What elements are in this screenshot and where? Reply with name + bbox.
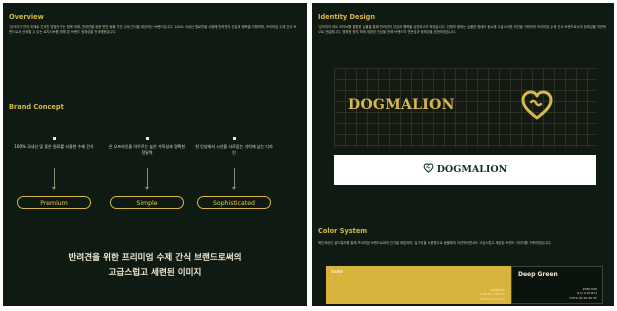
identity-design-title: Identity Design xyxy=(318,13,376,21)
tagline-line-2: 고급스럽고 세련된 이미지 xyxy=(108,268,202,278)
concept-premium: 100% 국내산 및 좋은 원료를 사용한 수제 간식 Premium xyxy=(14,137,94,209)
color-swatch-deep-green: Deep Green #0B130D R11 G19 B13 CMYK 80 6… xyxy=(511,266,603,304)
concept-description: 온 오프라인을 아우르는 높은 가독성과 명확한 전달력 xyxy=(108,144,186,155)
identity-design-text: '강아지의 하트 모티브를 결합한 심볼을 통해 반려견의 건강과 행복을 상징… xyxy=(318,25,606,35)
concept-simple: 온 오프라인을 아우르는 높은 가독성과 명확한 전달력 Simple xyxy=(107,137,187,209)
swatch-name: Gold xyxy=(331,270,343,275)
concept-label-pill: Premium xyxy=(17,196,91,209)
logo-grid-showcase: DOGMALION xyxy=(334,68,596,148)
logo-on-white: DOGMALION xyxy=(334,155,596,185)
concept-sophisticated: 첫 인상에서 시선을 사로잡는 기억에 남는 디자인 Sophisticated xyxy=(194,137,274,209)
color-system-text: 메인색상인 골드컬러를 통해 프리미엄 브랜드로써의 인식을 확립하며, 딥그린… xyxy=(318,241,552,245)
logo-wordmark-dark: DOGMALION xyxy=(436,164,508,175)
swatch-code-cmyk: CMYK 15 25 85 0 xyxy=(479,296,505,301)
concept-description: 100% 국내산 및 좋은 원료를 사용한 수제 간식 xyxy=(14,144,94,149)
logo-wordmark-gold: DOGMALION xyxy=(348,97,455,113)
bullet-dot-icon xyxy=(145,137,149,140)
bullet-dot-icon xyxy=(232,137,236,140)
swatch-code-cmyk: CMYK 80 60 80 85 xyxy=(569,295,597,300)
color-swatch-gold: Gold #D9B43C RGB 217 180 60 CMYK 15 25 8… xyxy=(326,266,511,304)
concept-label-pill: Sophisticated xyxy=(197,196,271,209)
bullet-dot-icon xyxy=(52,137,56,140)
heart-dog-logo-icon xyxy=(423,163,434,173)
arrow-down-icon xyxy=(231,168,236,190)
overview-title: Overview xyxy=(9,13,44,21)
arrow-down-icon xyxy=(51,168,56,190)
arrow-down-icon xyxy=(144,168,149,190)
concept-label-pill: Simple xyxy=(110,196,184,209)
brand-tagline: 반려견을 위한 프리미엄 수제 간식 브랜드로써의 고급스럽고 세련된 이미지 xyxy=(3,251,307,281)
concept-description: 첫 인상에서 시선을 사로잡는 기억에 남는 디자인 xyxy=(195,144,273,155)
swatch-codes: #D9B43C RGB 217 180 60 CMYK 15 25 85 0 xyxy=(479,288,505,301)
brand-overview-panel: Overview '강아지가 만의 미래로 간식만 맞벌가구는 함께 미래, 반… xyxy=(3,3,307,306)
overview-text: '강아지가 만의 미래로 간식만 맞벌가구는 함께 미래, 반려견을 위한 편안… xyxy=(9,25,297,35)
color-system-title: Color System xyxy=(318,227,368,235)
brand-concept-title: Brand Concept xyxy=(9,103,64,111)
heart-dog-logo-icon xyxy=(521,90,553,120)
swatch-name: Deep Green xyxy=(518,271,558,278)
tagline-line-1: 반려견을 위한 프리미엄 수제 간식 브랜드로써의 xyxy=(68,253,242,263)
swatch-codes: #0B130D R11 G19 B13 CMYK 80 60 80 85 xyxy=(569,287,597,300)
logo-lockup-dark: DOGMALION xyxy=(334,163,596,175)
identity-design-panel: Identity Design '강아지의 하트 모티브를 결합한 심볼을 통해… xyxy=(312,3,614,306)
